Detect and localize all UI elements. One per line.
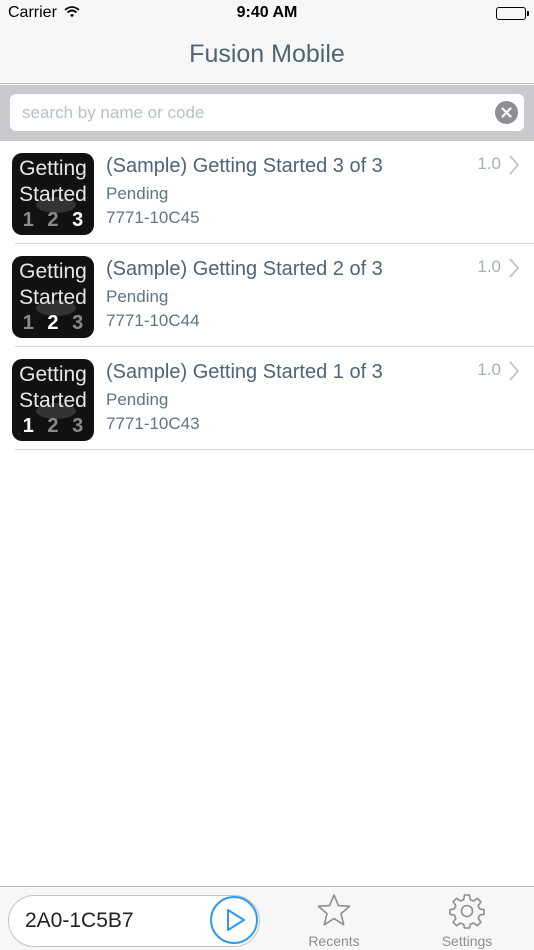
item-status: Pending — [106, 390, 169, 409]
thumbnail-number-active: 3 — [72, 209, 84, 231]
item-title: (Sample) Getting Started 2 of 3 — [106, 258, 383, 280]
tab-recents[interactable]: Recents — [289, 891, 379, 949]
list-item[interactable]: Getting Started 1 2 3 (Sample) Getting S… — [0, 244, 534, 347]
thumbnail-line1: Getting — [19, 157, 87, 180]
search-box — [10, 94, 524, 131]
item-code: 7771-10C43 — [106, 414, 200, 433]
thumbnail-number: 1 — [22, 209, 34, 231]
thumbnail-line2: Started — [19, 389, 87, 412]
bottom-toolbar: Recents Settings — [0, 886, 534, 950]
thumbnail-line2: Started — [19, 183, 87, 206]
thumbnail-number: 2 — [47, 415, 59, 437]
item-version: 1.0 — [477, 154, 501, 173]
project-thumbnail: Getting Started 1 2 3 — [12, 153, 94, 235]
item-status: Pending — [106, 184, 169, 203]
tab-label: Settings — [441, 933, 493, 949]
navigation-bar: Fusion Mobile — [0, 28, 534, 84]
search-input[interactable] — [22, 94, 492, 131]
gear-icon — [449, 894, 485, 929]
item-version: 1.0 — [477, 257, 501, 276]
thumbnail-number: 3 — [72, 312, 84, 334]
project-list: Getting Started 1 2 3 (Sample) Getting S… — [0, 141, 534, 450]
project-thumbnail: Getting Started 1 2 3 — [12, 256, 94, 338]
row-divider — [15, 449, 534, 450]
status-time: 9:40 AM — [236, 4, 298, 21]
item-code: 7771-10C44 — [106, 311, 200, 330]
chevron-right-icon — [508, 360, 520, 387]
item-version: 1.0 — [477, 360, 501, 379]
clear-search-icon[interactable] — [495, 101, 518, 124]
code-input[interactable] — [25, 896, 205, 946]
thumbnail-number: 1 — [22, 312, 34, 334]
project-thumbnail: Getting Started 1 2 3 — [12, 359, 94, 441]
page-title: Fusion Mobile — [189, 40, 345, 68]
thumbnail-number: 2 — [47, 209, 59, 231]
thumbnail-line1: Getting — [19, 260, 87, 283]
thumbnail-number-active: 2 — [47, 312, 59, 334]
item-title: (Sample) Getting Started 3 of 3 — [106, 155, 383, 177]
play-icon[interactable] — [210, 896, 258, 944]
item-title: (Sample) Getting Started 1 of 3 — [106, 361, 383, 383]
chevron-right-icon — [508, 154, 520, 181]
item-code: 7771-10C45 — [106, 208, 200, 227]
item-status: Pending — [106, 287, 169, 306]
star-icon — [317, 894, 351, 926]
battery-icon — [496, 7, 529, 20]
chevron-right-icon — [508, 257, 520, 284]
tab-label: Recents — [308, 933, 360, 949]
thumbnail-line1: Getting — [19, 363, 87, 386]
thumbnail-number-active: 1 — [22, 415, 34, 437]
list-item[interactable]: Getting Started 1 2 3 (Sample) Getting S… — [0, 347, 534, 450]
thumbnail-number: 3 — [72, 415, 84, 437]
tab-settings[interactable]: Settings — [422, 891, 512, 949]
status-bar: Carrier 9:40 AM — [0, 0, 534, 28]
thumbnail-line2: Started — [19, 286, 87, 309]
list-item[interactable]: Getting Started 1 2 3 (Sample) Getting S… — [0, 141, 534, 244]
search-bar — [0, 85, 534, 141]
